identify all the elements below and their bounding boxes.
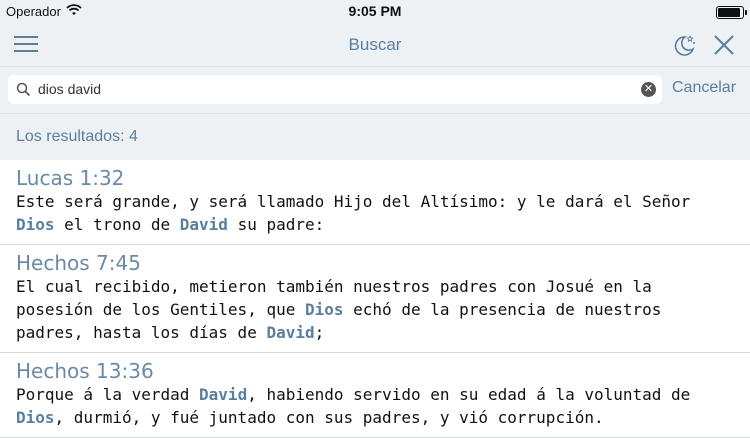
search-term-highlight: David (266, 323, 315, 342)
search-input[interactable]: dios david ✕ (8, 75, 662, 104)
search-row: dios david ✕ Cancelar (0, 66, 750, 113)
result-reference: Hechos 7:45 (16, 251, 141, 275)
clear-icon[interactable]: ✕ (641, 82, 656, 97)
status-time: 9:05 PM (348, 3, 402, 19)
search-term-highlight: David (199, 385, 248, 404)
result-item[interactable]: Lucas 1:32 Este será grande, y será llama… (0, 160, 750, 245)
results-list: Lucas 1:32 Este será grande, y será llama… (0, 160, 750, 438)
verse-text-segment: Porque á la verdad (16, 385, 200, 404)
navigation-bar: Buscar (0, 24, 750, 66)
result-reference: Lucas 1:32 (16, 166, 125, 190)
verse-text-segment: Este será grande, y será llamado Hijo de… (16, 192, 691, 211)
result-verse-text: El cual recibido, metieron también nuest… (16, 275, 734, 344)
cancel-button[interactable]: Cancelar (672, 79, 736, 97)
search-term-highlight: David (179, 215, 228, 234)
verse-text-segment: , habiendo servido en su edad á la volun… (247, 385, 691, 404)
search-term-highlight: Dios (16, 408, 55, 427)
battery-icon (716, 6, 747, 19)
verse-text-segment: el trono de (54, 215, 180, 234)
result-reference: Hechos 13:36 (16, 359, 154, 383)
close-icon[interactable] (712, 33, 736, 57)
status-bar: Operador 9:05 PM (0, 0, 750, 24)
search-term-highlight: Dios (304, 300, 344, 319)
results-count: Los resultados: 4 (0, 113, 750, 160)
result-verse-text: Porque á la verdad David, habiendo servi… (16, 383, 734, 429)
result-item[interactable]: Hechos 13:36 Porque á la verdad David, ha… (0, 353, 750, 438)
result-item[interactable]: Hechos 7:45 El cual recibido, metieron ta… (0, 245, 750, 353)
result-verse-text: Este será grande, y será llamado Hijo de… (16, 190, 734, 236)
search-query-text[interactable]: dios david (38, 81, 101, 97)
verse-text-segment: ; (314, 323, 325, 342)
search-term-highlight: Dios (16, 215, 55, 234)
verse-text-segment: , durmió, y fué juntado con sus padres, … (54, 408, 604, 427)
night-mode-icon[interactable] (670, 31, 698, 59)
search-icon (16, 82, 31, 102)
verse-text-segment: su padre: (227, 215, 325, 234)
page-title: Buscar (348, 35, 402, 54)
